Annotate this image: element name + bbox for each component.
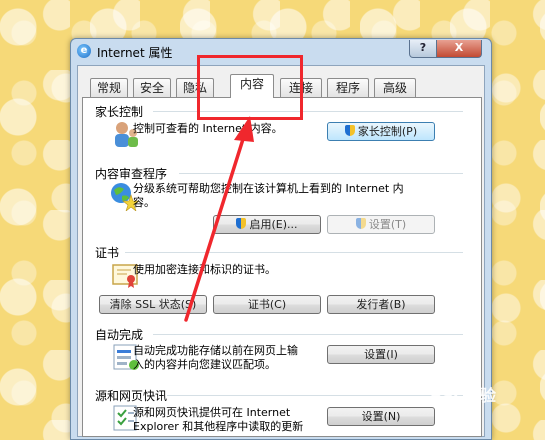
feeds-description-line1: 源和网页快讯提供可在 Internet bbox=[133, 406, 291, 419]
autocomplete-description-line2: 入的内容并向您建议匹配项。 bbox=[133, 358, 276, 371]
publishers-button[interactable]: 发行者(B) bbox=[327, 295, 435, 314]
tab-content[interactable]: 内容 bbox=[230, 74, 274, 98]
close-button[interactable]: X bbox=[436, 40, 482, 58]
divider bbox=[153, 334, 463, 335]
parental-controls-button-label: 家长控制(P) bbox=[357, 125, 418, 138]
advisor-description-line2: 容。 bbox=[133, 196, 155, 209]
section-title-certificates: 证书 bbox=[95, 246, 120, 260]
enable-advisor-button-label: 启用(E)... bbox=[249, 218, 298, 231]
section-title-parental: 家长控制 bbox=[95, 105, 144, 119]
internet-explorer-icon: e bbox=[77, 44, 91, 58]
advisor-settings-button[interactable]: 设置(T) bbox=[327, 215, 435, 234]
tab-general[interactable]: 常规 bbox=[90, 78, 128, 97]
certificates-description: 使用加密连接和标识的证书。 bbox=[133, 263, 276, 276]
feeds-settings-button[interactable]: 设置(N) bbox=[327, 407, 435, 426]
parental-shield-icon bbox=[344, 125, 355, 136]
section-title-advisor: 内容审查程序 bbox=[95, 167, 168, 181]
feeds-description-line2: Explorer 和其他程序中读取的更新 bbox=[133, 420, 304, 433]
parental-controls-button[interactable]: 家长控制(P) bbox=[327, 122, 435, 141]
advisor-settings-button-label: 设置(T) bbox=[368, 218, 407, 231]
settings-shield-icon bbox=[355, 218, 366, 229]
watermark-text: Bai 经验 bbox=[430, 386, 497, 405]
content-panel: 家长控制 控制可查看的 Internet 内容。 家长控制(P) 内容审查程序 bbox=[82, 97, 482, 437]
autocomplete-settings-button[interactable]: 设置(I) bbox=[327, 345, 435, 364]
certificates-button[interactable]: 证书(C) bbox=[213, 295, 321, 314]
tab-security[interactable]: 安全 bbox=[133, 78, 171, 97]
dialog-client: 常规 安全 隐私 内容 连接 程序 高级 家长控制 控制可查看的 Interne… bbox=[77, 65, 485, 437]
section-title-autocomplete: 自动完成 bbox=[95, 328, 144, 342]
section-title-feeds: 源和网页快讯 bbox=[95, 389, 168, 403]
divider bbox=[125, 252, 463, 253]
enable-shield-icon bbox=[236, 218, 247, 229]
divider bbox=[179, 173, 463, 174]
advisor-description-line1: 分级系统可帮助您控制在该计算机上看到的 Internet 内 bbox=[133, 182, 404, 195]
window-title: Internet 属性 bbox=[97, 46, 173, 60]
divider bbox=[167, 395, 463, 396]
tab-advanced[interactable]: 高级 bbox=[374, 78, 416, 97]
autocomplete-description-line1: 自动完成功能存储以前在网页上输 bbox=[133, 344, 298, 357]
enable-advisor-button[interactable]: 启用(E)... bbox=[213, 215, 321, 234]
help-button[interactable]: ? bbox=[409, 40, 437, 58]
tab-programs[interactable]: 程序 bbox=[327, 78, 369, 97]
parental-description: 控制可查看的 Internet 内容。 bbox=[133, 122, 283, 135]
clear-ssl-state-button[interactable]: 清除 SSL 状态(S) bbox=[99, 295, 207, 314]
